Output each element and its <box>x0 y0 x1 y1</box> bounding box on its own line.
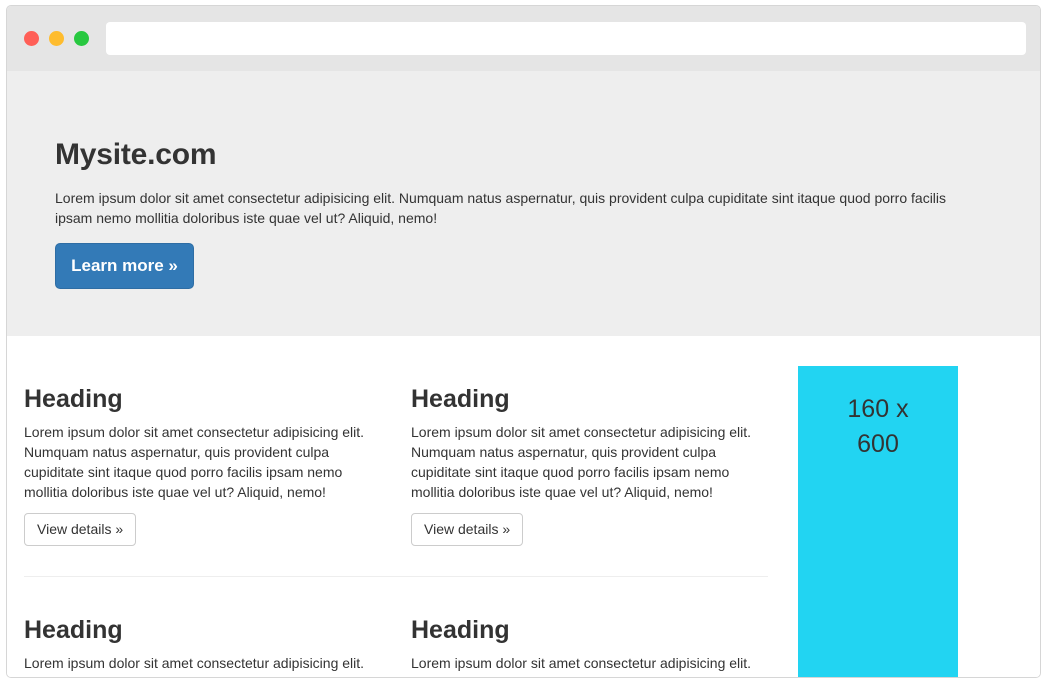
card-text: Lorem ipsum dolor sit amet consectetur a… <box>411 655 752 671</box>
browser-window: Mysite.com Lorem ipsum dolor sit amet co… <box>6 5 1041 678</box>
main-content: Heading Lorem ipsum dolor sit amet conse… <box>7 336 1040 677</box>
card-text: Lorem ipsum dolor sit amet consectetur a… <box>24 424 365 500</box>
ad-size-label-line2: 600 <box>857 430 899 458</box>
page-title: Mysite.com <box>55 138 217 171</box>
card-text: Lorem ipsum dolor sit amet consectetur a… <box>24 655 365 671</box>
window-titlebar <box>7 6 1040 71</box>
feature-card: Heading Lorem ipsum dolor sit amet conse… <box>24 615 384 673</box>
card-heading: Heading <box>24 616 123 644</box>
section-divider <box>24 576 768 577</box>
jumbotron-text: Lorem ipsum dolor sit amet consectetur a… <box>55 190 947 226</box>
ad-size-label-line1: 160 x <box>847 395 909 423</box>
close-window-button[interactable] <box>24 31 39 46</box>
card-heading: Heading <box>411 385 510 413</box>
learn-more-button[interactable]: Learn more » <box>55 243 194 289</box>
view-details-button[interactable]: View details » <box>411 513 524 546</box>
card-heading: Heading <box>24 385 123 413</box>
card-text: Lorem ipsum dolor sit amet consectetur a… <box>411 424 752 500</box>
maximize-window-button[interactable] <box>74 31 89 46</box>
feature-card: Heading Lorem ipsum dolor sit amet conse… <box>411 384 771 546</box>
jumbotron: Mysite.com Lorem ipsum dolor sit amet co… <box>7 71 1040 336</box>
address-bar[interactable] <box>106 22 1026 55</box>
view-details-button[interactable]: View details » <box>24 513 137 546</box>
feature-card: Heading Lorem ipsum dolor sit amet conse… <box>411 615 771 673</box>
minimize-window-button[interactable] <box>49 31 64 46</box>
skyscraper-ad-placeholder: 160 x 600 <box>798 366 958 677</box>
card-heading: Heading <box>411 616 510 644</box>
feature-card: Heading Lorem ipsum dolor sit amet conse… <box>24 384 384 546</box>
